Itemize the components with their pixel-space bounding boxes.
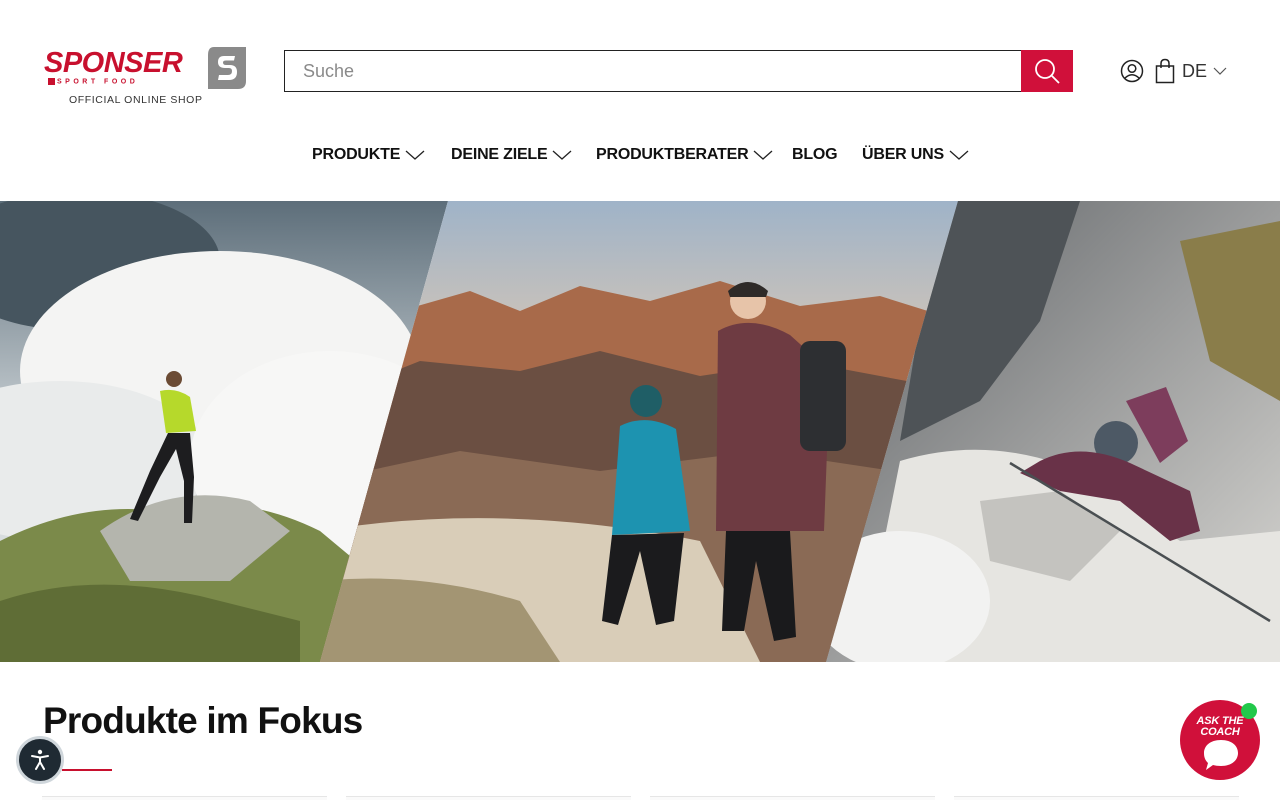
brand-s-mark-icon [208, 47, 246, 89]
section-title: Produkte im Fokus [43, 700, 363, 741]
online-status-dot [1241, 703, 1257, 719]
search-bar [284, 50, 1073, 92]
shopping-bag-icon [1155, 58, 1175, 84]
hero-image [0, 201, 1280, 662]
brand-wordmark: SPONSER [44, 47, 183, 79]
hero-banner[interactable] [0, 201, 1280, 662]
accessibility-button[interactable] [16, 736, 64, 784]
user-icon [1120, 59, 1144, 83]
chevron-down-icon [949, 150, 969, 160]
nav-item-produktberater[interactable]: PRODUKTBERATER [596, 140, 773, 170]
brand-logo[interactable]: SPONSER SPORT FOOD OFFICIAL ONLINE SHOP [44, 44, 250, 110]
nav-item-ueber-uns[interactable]: ÜBER UNS [862, 140, 969, 170]
section-title-underline [62, 769, 112, 771]
product-card[interactable] [954, 796, 1239, 800]
chevron-down-icon [1213, 67, 1227, 75]
product-card[interactable] [42, 796, 327, 800]
product-card[interactable] [650, 796, 935, 800]
language-selector[interactable]: DE [1182, 60, 1227, 82]
ask-the-coach-button[interactable]: ASK THE COACH [1180, 700, 1260, 780]
search-icon [1035, 59, 1060, 84]
coach-label: ASK THE COACH [1196, 715, 1244, 738]
site-header: SPONSER SPORT FOOD OFFICIAL ONLINE SHOP [0, 0, 1280, 201]
chevron-down-icon [405, 150, 425, 160]
search-input[interactable] [285, 51, 1021, 91]
chevron-down-icon [553, 150, 572, 160]
brand-tagline: OFFICIAL ONLINE SHOP [69, 94, 203, 106]
chat-bubble-icon [1204, 740, 1238, 770]
language-label: DE [1182, 60, 1208, 81]
accessibility-icon [31, 749, 49, 770]
search-button[interactable] [1021, 50, 1073, 92]
main-navigation: PRODUKTE DEINE ZIELE PRODUKTBERATER BLOG… [0, 140, 1280, 170]
brand-subline: SPORT FOOD [48, 78, 138, 85]
product-card[interactable] [346, 796, 631, 800]
nav-item-blog[interactable]: BLOG [792, 140, 838, 170]
nav-item-deine-ziele[interactable]: DEINE ZIELE [451, 140, 572, 170]
chevron-down-icon [754, 150, 773, 160]
cart-button[interactable] [1155, 58, 1175, 84]
account-button[interactable] [1120, 59, 1144, 83]
nav-item-produkte[interactable]: PRODUKTE [312, 140, 425, 170]
